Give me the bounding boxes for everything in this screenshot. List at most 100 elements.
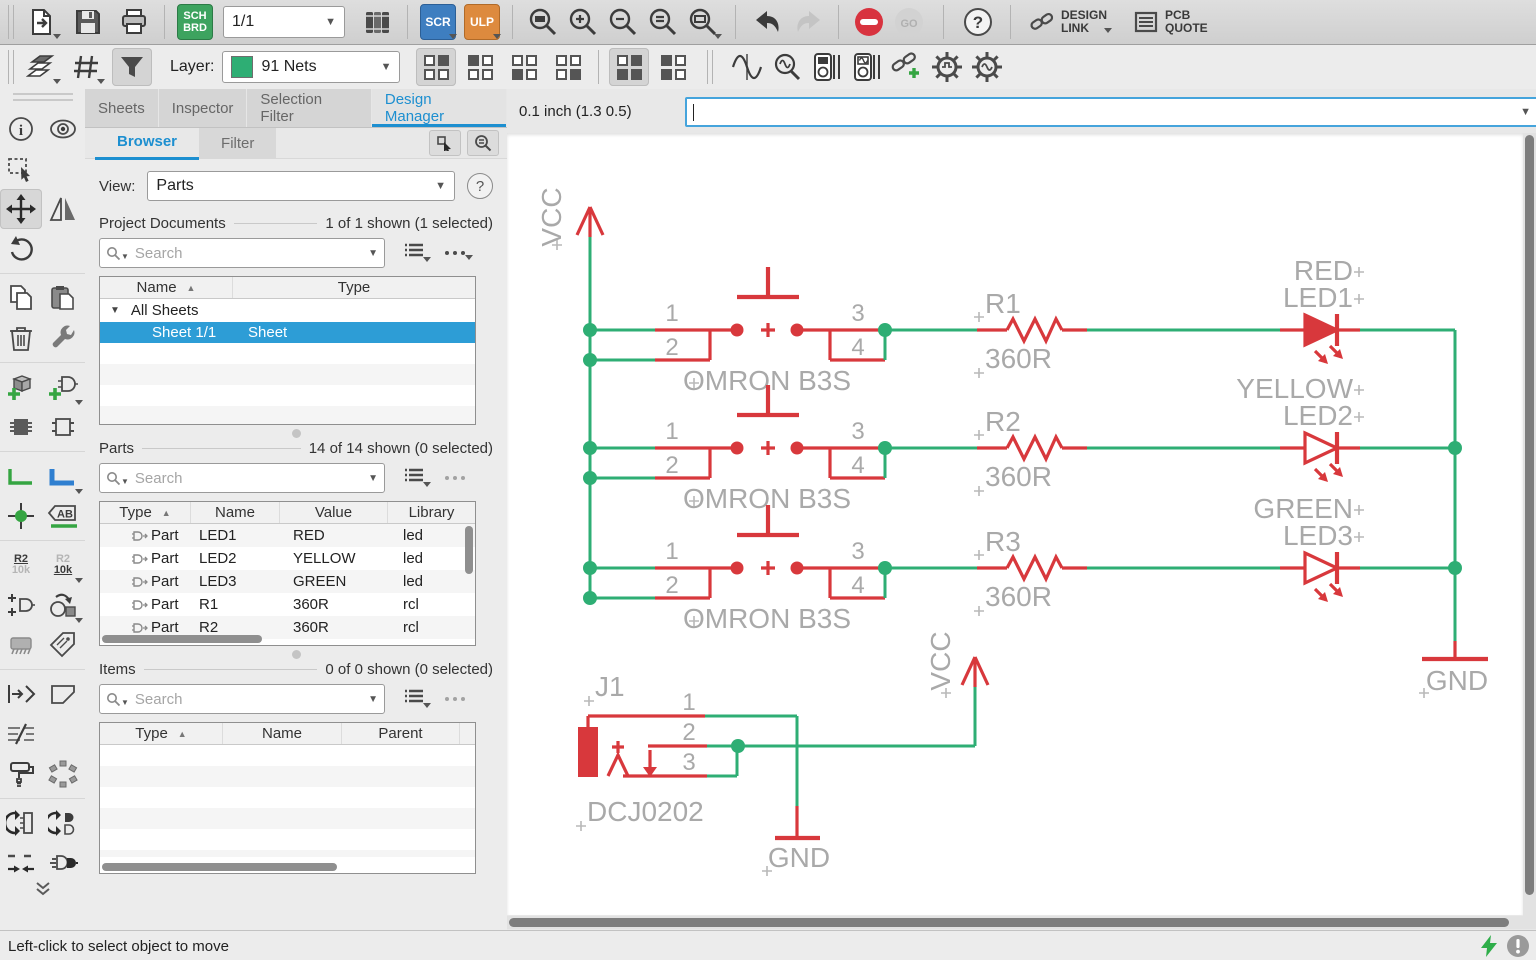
sheet-row-selected[interactable]: Sheet 1/1 Sheet xyxy=(100,322,475,343)
parts-search-input[interactable] xyxy=(132,468,369,488)
column-header-name[interactable]: Name ▲ xyxy=(100,277,233,298)
expand-triangle-icon[interactable]: ▼ xyxy=(100,305,127,316)
ic-tool[interactable] xyxy=(0,625,42,665)
part-row[interactable]: Part LED2 YELLOW led xyxy=(100,547,475,570)
part-row[interactable]: Part LED1 RED led xyxy=(100,524,475,547)
column-header-type[interactable]: Type ▲ xyxy=(100,502,191,523)
net-tool[interactable] xyxy=(0,456,42,496)
design-link-button[interactable]: DESIGN LINK xyxy=(1023,3,1113,41)
layer-selector[interactable]: 91 Nets ▼ xyxy=(222,51,401,83)
change-tool[interactable] xyxy=(42,318,84,358)
column-header-type[interactable]: Type xyxy=(233,277,475,298)
command-input[interactable]: ▼ xyxy=(685,97,1536,127)
library-button[interactable] xyxy=(357,3,397,41)
probe-button[interactable] xyxy=(767,48,807,86)
section-splitter[interactable] xyxy=(291,429,301,438)
swap-sheet-tool[interactable] xyxy=(0,803,42,843)
zoom-out-button[interactable] xyxy=(603,3,643,41)
canvas-vertical-scrollbar[interactable] xyxy=(1523,133,1536,929)
swap-gate-tool[interactable] xyxy=(42,803,84,843)
more-tools-button[interactable] xyxy=(0,881,85,902)
view-help-button[interactable]: ? xyxy=(467,173,493,199)
display-mode-4-button[interactable] xyxy=(548,48,588,86)
name-tool[interactable]: R2 10k xyxy=(0,545,42,585)
errors-warning-icon[interactable] xyxy=(1506,934,1530,958)
page-selector[interactable]: 1/1 ▼ xyxy=(223,6,345,38)
copy-tool[interactable] xyxy=(0,278,42,318)
resistor-r3[interactable]: R3 360R xyxy=(973,526,1087,617)
simulation-settings-button[interactable] xyxy=(927,48,967,86)
display-mode-1-button[interactable] xyxy=(416,48,457,86)
label-tool[interactable]: AB xyxy=(42,496,84,536)
led-led2[interactable]: YELLOW LED2 xyxy=(1236,373,1365,484)
gnd-symbol-right[interactable]: GND xyxy=(1418,641,1488,699)
vcc-label[interactable]: VCC xyxy=(925,631,956,690)
pinswap-tool[interactable] xyxy=(0,585,42,625)
split-tool[interactable] xyxy=(0,714,42,754)
net-vcc-left[interactable] xyxy=(583,237,597,605)
align-tool[interactable] xyxy=(0,843,42,883)
save-button[interactable] xyxy=(68,3,108,41)
tab-design-manager[interactable]: Design Manager xyxy=(371,89,507,127)
connector-j1[interactable]: J1 1 2 3 DCJ0202 xyxy=(575,671,707,832)
electrical-check-icon[interactable] xyxy=(1478,934,1500,958)
replace-symbol-tool[interactable] xyxy=(42,407,84,447)
smash-tool[interactable] xyxy=(42,585,84,625)
display-mode-2-button[interactable] xyxy=(460,48,500,86)
project-documents-search-input[interactable] xyxy=(132,243,369,263)
parts-horizontal-scrollbar[interactable] xyxy=(102,635,262,643)
highlight-selection-button[interactable] xyxy=(429,130,461,156)
column-header-value[interactable]: Value xyxy=(280,502,388,523)
project-documents-search[interactable]: ▼ ▼ xyxy=(99,238,385,268)
items-search-input[interactable] xyxy=(132,689,369,709)
pcb-quote-button[interactable]: PCB QUOTE xyxy=(1127,3,1214,41)
net-gnd-right[interactable] xyxy=(1448,330,1462,641)
selection-filter-button[interactable] xyxy=(112,48,152,86)
open-file-button[interactable] xyxy=(22,3,62,41)
zoom-select-button[interactable] xyxy=(683,3,723,41)
canvas-horizontal-scrollbar[interactable] xyxy=(507,916,1523,929)
display-mode-5-button[interactable] xyxy=(609,48,650,86)
column-header-type[interactable]: Type ▲ xyxy=(100,723,223,744)
parts-list-options-button[interactable] xyxy=(403,467,431,489)
invoke-tool[interactable] xyxy=(42,843,84,883)
help-button[interactable]: ? xyxy=(958,3,998,41)
part-row[interactable]: Part R1 360R rcl xyxy=(100,593,475,616)
view-selector[interactable]: Parts ▼ xyxy=(147,171,455,201)
items-search[interactable]: ▼ ▼ xyxy=(99,684,385,714)
items-horizontal-scrollbar[interactable] xyxy=(102,863,337,871)
add-part-tool[interactable] xyxy=(0,367,42,407)
mirror-tool[interactable] xyxy=(42,189,84,229)
ulp-button[interactable]: ULP xyxy=(462,3,502,41)
zoom-fit-button[interactable] xyxy=(523,3,563,41)
vcc-label[interactable]: VCC xyxy=(536,187,567,246)
display-mode-3-button[interactable] xyxy=(504,48,544,86)
items-list-options-button[interactable] xyxy=(403,688,431,710)
info-tool[interactable]: i xyxy=(0,109,42,149)
vcc-symbol-top[interactable]: VCC xyxy=(536,187,605,251)
display-mode-6-button[interactable] xyxy=(653,48,693,86)
project-documents-more-button[interactable] xyxy=(443,245,473,262)
port-tool[interactable] xyxy=(0,674,42,714)
bus-tool[interactable] xyxy=(42,456,84,496)
group-tool[interactable] xyxy=(42,754,84,794)
parts-search[interactable]: ▼ ▼ xyxy=(99,463,385,493)
add-gate-tool[interactable] xyxy=(42,367,84,407)
vcc-symbol-bottom[interactable]: VCC xyxy=(925,631,990,699)
simulation-link-button[interactable] xyxy=(887,48,927,86)
junction-tool[interactable] xyxy=(0,496,42,536)
layer-settings-button[interactable] xyxy=(22,48,62,86)
section-splitter[interactable] xyxy=(291,650,301,659)
project-documents-list-options-button[interactable] xyxy=(403,242,431,264)
zoom-to-selection-button[interactable] xyxy=(467,130,499,156)
undo-button[interactable] xyxy=(748,3,788,41)
resistor-r2[interactable]: R2 360R xyxy=(973,406,1087,497)
go-button[interactable]: GO xyxy=(889,3,929,41)
zoom-in-button[interactable] xyxy=(563,3,603,41)
move-tool[interactable] xyxy=(0,189,42,229)
value-tool[interactable]: R2 10k xyxy=(42,545,84,585)
stop-button[interactable] xyxy=(849,3,889,41)
scr-script-button[interactable]: SCR xyxy=(418,3,458,41)
simulation-profiles-button[interactable] xyxy=(967,48,1007,86)
parts-vertical-scrollbar[interactable] xyxy=(465,526,473,574)
